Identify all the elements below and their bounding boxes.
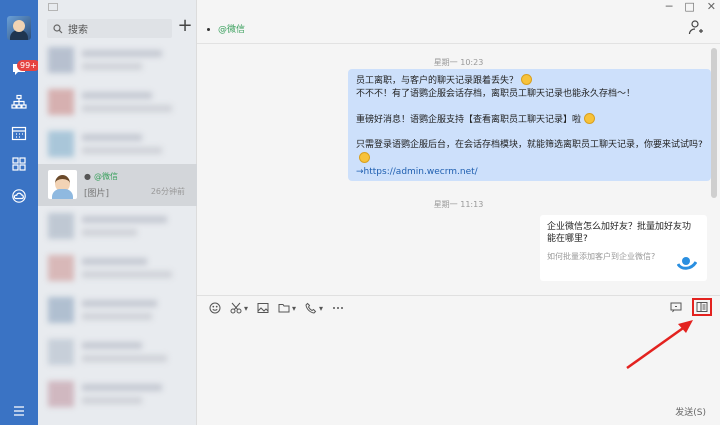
menu-icon[interactable] xyxy=(10,402,28,420)
cloud-icon[interactable] xyxy=(10,187,28,205)
contact-list: 搜索 + ● @微信 [图片] 26分钟前 xyxy=(38,0,197,425)
more-icon[interactable] xyxy=(332,302,344,314)
maximize-button[interactable]: □ xyxy=(684,0,694,13)
message-line: 只需登录语鹦企服后台，在会话存档模块，就能筛选离职员工聊天记录，你要来试试吗? xyxy=(356,140,703,150)
folder-icon[interactable]: ▾ xyxy=(278,302,296,314)
profile-icon[interactable] xyxy=(688,19,704,35)
search-icon xyxy=(53,23,63,33)
list-item[interactable] xyxy=(38,290,197,332)
smile-emoji-icon xyxy=(521,74,533,85)
contact-name: ● @微信 xyxy=(84,172,118,181)
composer-divider xyxy=(197,295,720,296)
message-bubble: 员工离职，与客户的聊天记录跟着丢失？ 不不不！有了语鹦企服会话存档，离职员工聊天… xyxy=(348,69,711,181)
list-item[interactable] xyxy=(38,124,197,166)
message-time: 26分钟前 xyxy=(150,187,185,196)
search-input[interactable]: 搜索 xyxy=(47,19,172,38)
list-item[interactable] xyxy=(38,40,197,82)
last-message: [图片] xyxy=(84,189,110,199)
list-item[interactable] xyxy=(38,248,197,290)
message-icon[interactable] xyxy=(670,301,682,313)
link-card[interactable]: 企业微信怎么加好友？批量加好友功能在哪里? 如何批量添加客户到企业微信? xyxy=(540,215,707,281)
laugh-emoji-icon xyxy=(359,152,370,163)
timestamp: 星期一 11:13 xyxy=(433,200,484,209)
card-title: 企业微信怎么加好友？批量加好友功能在哪里? xyxy=(547,222,692,244)
send-button[interactable]: 发送(S) xyxy=(675,405,706,418)
chat-title: @微信 xyxy=(207,22,245,35)
scrollbar[interactable] xyxy=(711,48,717,198)
message-line: 员工离职，与客户的聊天记录跟着丢失？ xyxy=(356,76,519,86)
list-item[interactable] xyxy=(38,206,197,248)
window-controls: ─ □ ✕ xyxy=(666,0,716,13)
message-link[interactable]: →https://admin.wecrm.net/ xyxy=(356,167,478,177)
chat-history-icon xyxy=(696,302,708,312)
composer-toolbar: ▾ ▾ ▾ xyxy=(209,300,344,316)
chat-panel: ─ □ ✕ @微信 星期一 10:23 员工离职，与客户的聊天记录跟着丢失？ 不… xyxy=(197,0,720,425)
emoji-icon[interactable] xyxy=(209,302,221,314)
think-emoji-icon xyxy=(584,113,596,124)
message-line: 不不不！有了语鹦企服会话存档，离职员工聊天记录也能永久存档～！ xyxy=(356,89,636,99)
window-icon xyxy=(48,3,58,11)
message-line: 重磅好消息！语鹦企服支持【查看离职员工聊天记录】啦 xyxy=(356,115,582,125)
screenshot-icon[interactable]: ▾ xyxy=(230,302,248,314)
user-avatar[interactable] xyxy=(7,16,31,40)
calendar-icon[interactable] xyxy=(10,124,28,142)
minimize-button[interactable]: ─ xyxy=(666,0,673,13)
left-nav: 99+ xyxy=(0,0,40,425)
list-item[interactable] xyxy=(38,332,197,374)
contact-avatar xyxy=(48,170,77,199)
apps-icon[interactable] xyxy=(10,155,28,173)
org-icon[interactable] xyxy=(10,93,28,111)
chat-history-button[interactable] xyxy=(692,298,712,316)
card-subtitle: 如何批量添加客户到企业微信? xyxy=(547,252,656,261)
image-icon[interactable] xyxy=(257,302,269,314)
search-placeholder: 搜索 xyxy=(68,25,88,36)
unread-badge: 99+ xyxy=(17,60,40,71)
add-icon[interactable]: + xyxy=(177,17,193,35)
header-divider xyxy=(197,43,720,44)
list-item[interactable] xyxy=(38,82,197,124)
brand-logo-icon xyxy=(677,257,697,270)
timestamp: 星期一 10:23 xyxy=(433,58,484,67)
composer-right-tools xyxy=(670,298,712,316)
active-chat-item[interactable]: ● @微信 [图片] 26分钟前 xyxy=(38,164,197,206)
phone-icon[interactable]: ▾ xyxy=(305,302,323,314)
list-item[interactable] xyxy=(38,374,197,416)
close-button[interactable]: ✕ xyxy=(707,0,716,13)
